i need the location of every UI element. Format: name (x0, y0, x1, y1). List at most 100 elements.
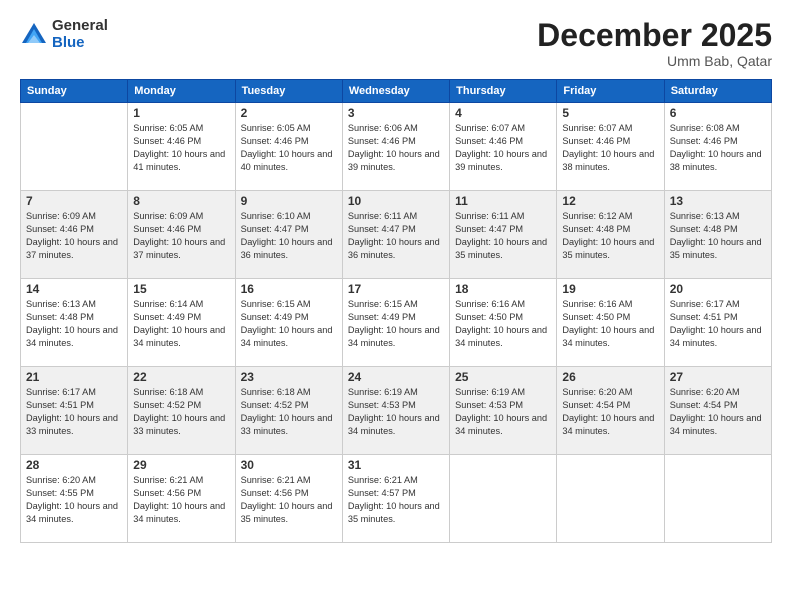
col-tuesday: Tuesday (235, 80, 342, 103)
col-saturday: Saturday (664, 80, 771, 103)
day-number: 29 (133, 458, 229, 472)
day-info: Sunrise: 6:12 AMSunset: 4:48 PMDaylight:… (562, 210, 658, 262)
table-row: 14Sunrise: 6:13 AMSunset: 4:48 PMDayligh… (21, 279, 128, 367)
table-row: 25 Sunrise: 6:19 AMSunset: 4:53 PMDayligh… (450, 367, 557, 455)
day-info: Sunrise: 6:21 AMSunset: 4:57 PMDaylight:… (348, 474, 444, 526)
page: General Blue December 2025 Umm Bab, Qata… (0, 0, 792, 612)
table-row (21, 103, 128, 191)
table-row: 12 Sunrise: 6:12 AMSunset: 4:48 PMDayligh… (557, 191, 664, 279)
month-title: December 2025 (537, 18, 772, 53)
day-info: Sunrise: 6:11 AMSunset: 4:47 PMDaylight:… (348, 210, 444, 262)
day-number: 31 (348, 458, 444, 472)
day-number: 4 (455, 106, 551, 120)
table-row: 18Sunrise: 6:16 AMSunset: 4:50 PMDayligh… (450, 279, 557, 367)
col-friday: Friday (557, 80, 664, 103)
day-number: 17 (348, 282, 444, 296)
logo-blue-text: Blue (52, 35, 108, 52)
table-row: 6 Sunrise: 6:08 AMSunset: 4:46 PMDaylight… (664, 103, 771, 191)
col-thursday: Thursday (450, 80, 557, 103)
day-info: Sunrise: 6:17 AMSunset: 4:51 PMDaylight:… (670, 298, 766, 350)
table-row: 26Sunrise: 6:20 AMSunset: 4:54 PMDayligh… (557, 367, 664, 455)
col-sunday: Sunday (21, 80, 128, 103)
col-monday: Monday (128, 80, 235, 103)
day-info: Sunrise: 6:21 AMSunset: 4:56 PMDaylight:… (133, 474, 229, 526)
day-number: 16 (241, 282, 337, 296)
day-info: Sunrise: 6:08 AMSunset: 4:46 PMDaylight:… (670, 122, 766, 174)
table-row: 2 Sunrise: 6:05 AMSunset: 4:46 PMDaylight… (235, 103, 342, 191)
day-info: Sunrise: 6:09 AMSunset: 4:46 PMDaylight:… (133, 210, 229, 262)
calendar-week-row: 21 Sunrise: 6:17 AMSunset: 4:51 PMDayligh… (21, 367, 772, 455)
calendar-table: Sunday Monday Tuesday Wednesday Thursday… (20, 79, 772, 543)
table-row: 13Sunrise: 6:13 AMSunset: 4:48 PMDayligh… (664, 191, 771, 279)
table-row: 15Sunrise: 6:14 AMSunset: 4:49 PMDayligh… (128, 279, 235, 367)
day-info: Sunrise: 6:19 AMSunset: 4:53 PMDaylight:… (455, 386, 551, 438)
day-info: Sunrise: 6:05 AMSunset: 4:46 PMDaylight:… (133, 122, 229, 174)
logo-text: General Blue (52, 18, 108, 51)
day-info: Sunrise: 6:19 AMSunset: 4:53 PMDaylight:… (348, 386, 444, 438)
day-info: Sunrise: 6:15 AMSunset: 4:49 PMDaylight:… (241, 298, 337, 350)
day-number: 21 (26, 370, 122, 384)
day-info: Sunrise: 6:15 AMSunset: 4:49 PMDaylight:… (348, 298, 444, 350)
day-info: Sunrise: 6:07 AMSunset: 4:46 PMDaylight:… (455, 122, 551, 174)
day-info: Sunrise: 6:06 AMSunset: 4:46 PMDaylight:… (348, 122, 444, 174)
col-wednesday: Wednesday (342, 80, 449, 103)
day-number: 25 (455, 370, 551, 384)
table-row: 22 Sunrise: 6:18 AMSunset: 4:52 PMDayligh… (128, 367, 235, 455)
day-number: 28 (26, 458, 122, 472)
logo-icon (20, 21, 48, 49)
header: General Blue December 2025 Umm Bab, Qata… (20, 18, 772, 69)
day-info: Sunrise: 6:11 AMSunset: 4:47 PMDaylight:… (455, 210, 551, 262)
day-number: 30 (241, 458, 337, 472)
day-info: Sunrise: 6:18 AMSunset: 4:52 PMDaylight:… (241, 386, 337, 438)
calendar-week-row: 28 Sunrise: 6:20 AMSunset: 4:55 PMDayligh… (21, 455, 772, 543)
table-row: 19Sunrise: 6:16 AMSunset: 4:50 PMDayligh… (557, 279, 664, 367)
table-row: 17 Sunrise: 6:15 AMSunset: 4:49 PMDayligh… (342, 279, 449, 367)
table-row: 28 Sunrise: 6:20 AMSunset: 4:55 PMDayligh… (21, 455, 128, 543)
day-info: Sunrise: 6:21 AMSunset: 4:56 PMDaylight:… (241, 474, 337, 526)
day-info: Sunrise: 6:18 AMSunset: 4:52 PMDaylight:… (133, 386, 229, 438)
day-number: 23 (241, 370, 337, 384)
day-info: Sunrise: 6:10 AMSunset: 4:47 PMDaylight:… (241, 210, 337, 262)
table-row: 31 Sunrise: 6:21 AMSunset: 4:57 PMDayligh… (342, 455, 449, 543)
logo: General Blue (20, 18, 108, 51)
day-info: Sunrise: 6:09 AMSunset: 4:46 PMDaylight:… (26, 210, 122, 262)
table-row (450, 455, 557, 543)
day-info: Sunrise: 6:20 AMSunset: 4:54 PMDaylight:… (562, 386, 658, 438)
day-info: Sunrise: 6:20 AMSunset: 4:55 PMDaylight:… (26, 474, 122, 526)
day-number: 1 (133, 106, 229, 120)
day-info: Sunrise: 6:20 AMSunset: 4:54 PMDaylight:… (670, 386, 766, 438)
calendar-week-row: 7Sunrise: 6:09 AMSunset: 4:46 PMDaylight… (21, 191, 772, 279)
table-row: 21 Sunrise: 6:17 AMSunset: 4:51 PMDayligh… (21, 367, 128, 455)
table-row (557, 455, 664, 543)
day-number: 10 (348, 194, 444, 208)
day-number: 8 (133, 194, 229, 208)
day-number: 11 (455, 194, 551, 208)
calendar-week-row: 1 Sunrise: 6:05 AMSunset: 4:46 PMDaylight… (21, 103, 772, 191)
table-row (664, 455, 771, 543)
day-info: Sunrise: 6:13 AMSunset: 4:48 PMDaylight:… (26, 298, 122, 350)
day-number: 9 (241, 194, 337, 208)
table-row: 27 Sunrise: 6:20 AMSunset: 4:54 PMDayligh… (664, 367, 771, 455)
table-row: 20Sunrise: 6:17 AMSunset: 4:51 PMDayligh… (664, 279, 771, 367)
table-row: 3 Sunrise: 6:06 AMSunset: 4:46 PMDaylight… (342, 103, 449, 191)
day-number: 22 (133, 370, 229, 384)
day-info: Sunrise: 6:17 AMSunset: 4:51 PMDaylight:… (26, 386, 122, 438)
table-row: 9 Sunrise: 6:10 AMSunset: 4:47 PMDaylight… (235, 191, 342, 279)
table-row: 16 Sunrise: 6:15 AMSunset: 4:49 PMDayligh… (235, 279, 342, 367)
day-number: 24 (348, 370, 444, 384)
table-row: 23 Sunrise: 6:18 AMSunset: 4:52 PMDayligh… (235, 367, 342, 455)
day-number: 3 (348, 106, 444, 120)
table-row: 4 Sunrise: 6:07 AMSunset: 4:46 PMDaylight… (450, 103, 557, 191)
day-number: 27 (670, 370, 766, 384)
calendar-header-row: Sunday Monday Tuesday Wednesday Thursday… (21, 80, 772, 103)
table-row: 10 Sunrise: 6:11 AMSunset: 4:47 PMDayligh… (342, 191, 449, 279)
table-row: 8 Sunrise: 6:09 AMSunset: 4:46 PMDaylight… (128, 191, 235, 279)
day-number: 18 (455, 282, 551, 296)
day-info: Sunrise: 6:05 AMSunset: 4:46 PMDaylight:… (241, 122, 337, 174)
day-info: Sunrise: 6:16 AMSunset: 4:50 PMDaylight:… (562, 298, 658, 350)
day-number: 6 (670, 106, 766, 120)
day-info: Sunrise: 6:13 AMSunset: 4:48 PMDaylight:… (670, 210, 766, 262)
table-row: 11 Sunrise: 6:11 AMSunset: 4:47 PMDayligh… (450, 191, 557, 279)
day-number: 12 (562, 194, 658, 208)
day-number: 2 (241, 106, 337, 120)
